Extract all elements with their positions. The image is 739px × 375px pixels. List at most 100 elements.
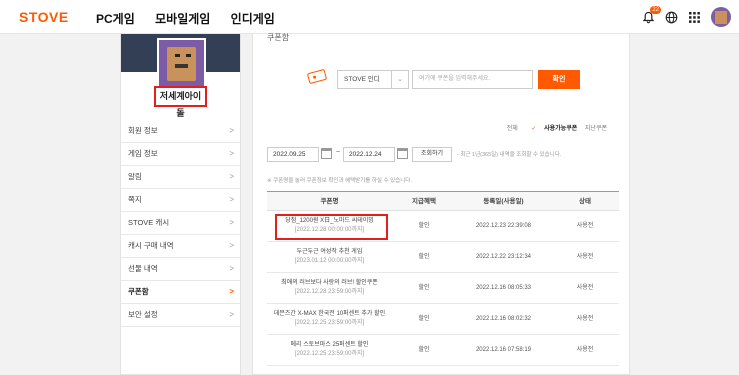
sidebar-item-label: 캐시 구매 내역 — [128, 241, 174, 250]
main-nav: PC게임 모바일게임 인디게임 — [96, 10, 292, 27]
date-separator: ~ — [336, 149, 341, 156]
page-title: 쿠폰함 — [267, 33, 290, 42]
sidebar-item-gift-history[interactable]: 선물 내역 > — [121, 258, 240, 281]
column-header: 등록일(사용일) — [483, 198, 524, 205]
registered-date-cell: 2022.12.16 08:02:32 — [475, 316, 532, 322]
date-from-input[interactable]: 2022.09.25 — [267, 147, 319, 162]
mypage-sidebar: 저세계아이돌 회원 정보 > 게임 정보 > 알림 > 쪽지 > STOVE 캐시 > 캐… — [120, 34, 241, 375]
sidebar-item-label: 쿠폰함 — [128, 287, 149, 296]
table-row: 최애의 러브보다 사랑의 러브! 할인쿠폰 [2022.12.28 23:59:… — [267, 273, 619, 304]
registered-date-cell: 2022.12.22 23:12:34 — [475, 254, 532, 260]
sidebar-item-member-info[interactable]: 회원 정보 > — [121, 120, 240, 143]
table-row: 메리 스토브마스 25퍼센트 할인 [2022.12.25 23:59:00까지… — [267, 335, 619, 366]
nav-pc-games[interactable]: PC게임 — [96, 12, 135, 26]
sidebar-item-game-info[interactable]: 게임 정보 > — [121, 143, 240, 166]
coupon-name-cell[interactable]: 메리 스토브마스 25퍼센트 할인 [2022.12.25 23:59:00까지… — [267, 335, 392, 365]
nav-indie-games[interactable]: 인디게임 — [231, 12, 275, 26]
column-header: 지급혜택 — [412, 198, 436, 205]
coupon-filter-tabs: 전체 ✓ 사용가능쿠폰 지난쿠폰 — [501, 123, 607, 132]
coupon-expiry: [2022.12.28 00:00:00까지] — [294, 227, 365, 233]
profile-nickname: 저세계아이돌 — [154, 86, 207, 118]
chevron-right-icon: > — [229, 310, 234, 319]
coupon-expiry: [2022.12.25 23:59:00까지] — [294, 320, 365, 326]
benefit-cell: 할인 — [418, 285, 430, 291]
sidebar-item-label: 쪽지 — [128, 195, 142, 204]
chevron-right-icon: > — [229, 195, 234, 204]
sidebar-item-stove-cash[interactable]: STOVE 캐시 > — [121, 212, 240, 235]
chevron-right-icon: > — [229, 172, 234, 181]
sidebar-item-label: STOVE 캐시 — [128, 218, 170, 227]
sidebar-item-cash-history[interactable]: 캐시 구매 내역 > — [121, 235, 240, 258]
coupon-name-cell[interactable]: 두근두근 여성작 추천 게임 [2023.01.12 00:00:00까지] — [267, 242, 392, 272]
status-cell: 사용전 — [576, 316, 594, 322]
sidebar-item-label: 게임 정보 — [128, 149, 158, 158]
status-cell: 사용전 — [576, 254, 594, 260]
chevron-right-icon: > — [229, 149, 234, 158]
tab-all[interactable]: 전체 — [507, 126, 518, 132]
coupon-name[interactable]: 데믄즈간 X-MAX 한국전 10퍼센트 추가 할인 — [267, 310, 392, 319]
bell-icon[interactable]: 22 — [642, 5, 661, 24]
coupon-name-cell[interactable]: 당첨_1200원 X日_노마드 씨테이밍 [2022.12.28 00:00:0… — [267, 211, 392, 241]
status-cell: 사용전 — [576, 223, 594, 229]
chevron-right-icon: > — [229, 241, 234, 250]
chevron-right-icon: > — [229, 264, 234, 273]
nav-mobile-games[interactable]: 모바일게임 — [155, 12, 210, 26]
coupon-name[interactable]: 두근두근 여성작 추천 게임 — [267, 248, 392, 257]
platform-select[interactable]: STOVE 인디 ⌄ — [337, 70, 409, 89]
status-cell: 사용전 — [576, 347, 594, 353]
profile-image[interactable] — [157, 38, 206, 88]
sidebar-item-security[interactable]: 보안 설정 > — [121, 304, 240, 327]
chevron-right-icon: > — [229, 126, 234, 135]
help-note: ※ 쿠폰명을 눌러 쿠폰정보 확인과 혜택받기를 하실 수 있습니다. — [267, 178, 412, 184]
coupon-name-cell[interactable]: 최애의 러브보다 사랑의 러브! 할인쿠폰 [2022.12.28 23:59:… — [267, 273, 392, 303]
status-cell: 사용전 — [576, 285, 594, 291]
header-icons: 22 — [632, 5, 731, 28]
date-to-input[interactable]: 2022.12.24 — [343, 147, 395, 162]
table-row: 두근두근 여성작 추천 게임 [2023.01.12 00:00:00까지] 할… — [267, 242, 619, 273]
user-avatar[interactable] — [711, 7, 731, 27]
coupon-icon — [306, 68, 328, 85]
stove-logo[interactable]: STOVE — [19, 9, 69, 25]
sidebar-item-label: 회원 정보 — [128, 126, 158, 135]
chevron-right-icon: > — [229, 218, 234, 227]
notification-badge: 22 — [650, 5, 661, 14]
table-header: 쿠폰명 지급혜택 등록일(사용일) 상태 — [267, 192, 619, 211]
benefit-cell: 할인 — [418, 347, 430, 353]
tab-expired[interactable]: 지난쿠폰 — [585, 126, 607, 132]
chevron-right-icon: > — [229, 287, 234, 296]
platform-select-value: STOVE 인디 — [344, 76, 380, 83]
tab-usable-label: 사용가능쿠폰 — [544, 126, 578, 132]
coupon-code-input[interactable]: 여기에 쿠폰을 입력해주세요. — [412, 70, 533, 89]
sidebar-item-notifications[interactable]: 알림 > — [121, 166, 240, 189]
coupon-table: 쿠폰명 지급혜택 등록일(사용일) 상태 당첨_1200원 X日_노마드 씨테이… — [267, 191, 619, 366]
calendar-icon[interactable] — [321, 148, 332, 159]
coupon-name[interactable]: 당첨_1200원 X日_노마드 씨테이밍 — [267, 217, 392, 226]
column-header: 상태 — [579, 198, 591, 205]
coupon-name[interactable]: 최애의 러브보다 사랑의 러브! 할인쿠폰 — [267, 279, 392, 288]
sidebar-item-label: 알림 — [128, 172, 142, 181]
confirm-button[interactable]: 확인 — [538, 70, 580, 89]
calendar-icon[interactable] — [397, 148, 408, 159]
search-button[interactable]: 조회하기 — [412, 147, 452, 162]
table-row: 당첨_1200원 X日_노마드 씨테이밍 [2022.12.28 00:00:0… — [267, 211, 619, 242]
check-icon: ✓ — [531, 126, 537, 132]
globe-icon[interactable] — [665, 11, 678, 24]
benefit-cell: 할인 — [418, 223, 430, 229]
registered-date-cell: 2022.12.23 22:39:08 — [475, 223, 532, 229]
benefit-cell: 할인 — [418, 254, 430, 260]
coupon-name[interactable]: 메리 스토브마스 25퍼센트 할인 — [267, 341, 392, 350]
sidebar-item-messages[interactable]: 쪽지 > — [121, 189, 240, 212]
column-header: 쿠폰명 — [320, 198, 339, 205]
sidebar-item-coupons[interactable]: 쿠폰함 > — [121, 281, 240, 304]
coupon-panel: 쿠폰함 STOVE 인디 ⌄ 여기에 쿠폰을 입력해주세요. 확인 전체 ✓ 사… — [252, 33, 630, 375]
grid-icon[interactable] — [688, 11, 701, 24]
range-note: - 최근 1년(365일) 내역을 조회할 수 있습니다. — [457, 152, 562, 158]
benefit-cell: 할인 — [418, 316, 430, 322]
registered-date-cell: 2022.12.16 07:58:19 — [475, 347, 532, 353]
coupon-expiry: [2022.12.25 23:59:00까지] — [294, 351, 365, 357]
sidebar-menu: 회원 정보 > 게임 정보 > 알림 > 쪽지 > STOVE 캐시 > 캐시 구매 내역… — [121, 120, 240, 327]
sidebar-item-label: 보안 설정 — [128, 310, 158, 319]
coupon-name-cell[interactable]: 데믄즈간 X-MAX 한국전 10퍼센트 추가 할인 [2022.12.25 2… — [267, 304, 392, 334]
tab-usable[interactable]: ✓ 사용가능쿠폰 — [525, 126, 577, 132]
coupon-expiry: [2022.12.28 23:59:00까지] — [294, 289, 365, 295]
